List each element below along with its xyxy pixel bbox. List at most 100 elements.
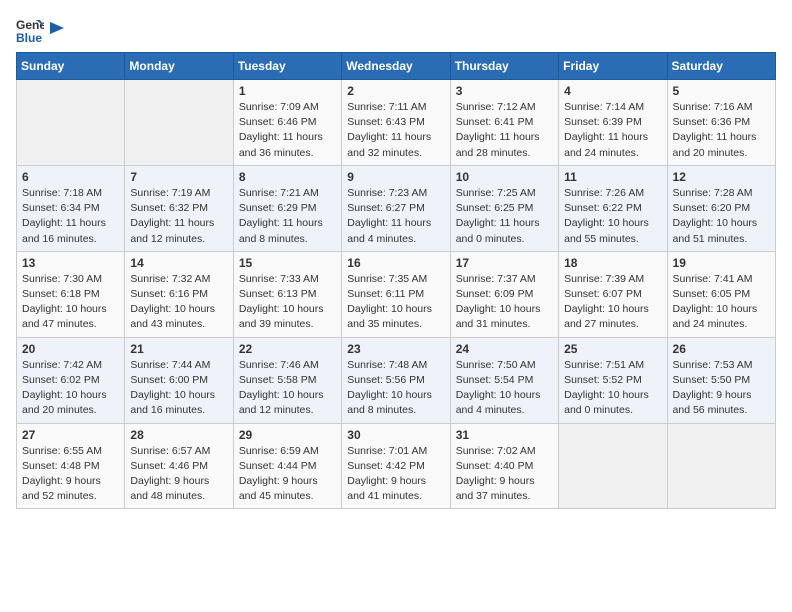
logo-flag-icon xyxy=(48,20,66,40)
day-info: Sunrise: 7:01 AM Sunset: 4:42 PM Dayligh… xyxy=(347,444,444,505)
calendar-cell: 25Sunrise: 7:51 AM Sunset: 5:52 PM Dayli… xyxy=(559,337,667,423)
calendar-cell: 28Sunrise: 6:57 AM Sunset: 4:46 PM Dayli… xyxy=(125,423,233,509)
day-info: Sunrise: 7:12 AM Sunset: 6:41 PM Dayligh… xyxy=(456,100,553,161)
calendar-cell: 19Sunrise: 7:41 AM Sunset: 6:05 PM Dayli… xyxy=(667,251,775,337)
calendar-cell xyxy=(559,423,667,509)
calendar-week-1: 1 Sunrise: 7:09 AM Sunset: 6:46 PM Daylig… xyxy=(17,80,776,166)
calendar-cell: 4 Sunrise: 7:14 AM Sunset: 6:39 PM Daylig… xyxy=(559,80,667,166)
day-number: 1 xyxy=(239,84,336,98)
calendar-cell: 18 Sunrise: 7:39 AM Sunset: 6:07 PM Dayli… xyxy=(559,251,667,337)
calendar-week-3: 13Sunrise: 7:30 AM Sunset: 6:18 PM Dayli… xyxy=(17,251,776,337)
calendar-cell: 6Sunrise: 7:18 AM Sunset: 6:34 PM Daylig… xyxy=(17,165,125,251)
calendar-cell: 30 Sunrise: 7:01 AM Sunset: 4:42 PM Dayli… xyxy=(342,423,450,509)
calendar-cell xyxy=(17,80,125,166)
day-number: 17 xyxy=(456,256,553,270)
day-number: 29 xyxy=(239,428,336,442)
svg-text:Blue: Blue xyxy=(16,31,42,44)
calendar-body: 1 Sunrise: 7:09 AM Sunset: 6:46 PM Daylig… xyxy=(17,80,776,509)
logo-icon: General Blue xyxy=(16,16,44,44)
calendar-cell: 15 Sunrise: 7:33 AM Sunset: 6:13 PM Dayli… xyxy=(233,251,341,337)
calendar-cell: 24Sunrise: 7:50 AM Sunset: 5:54 PM Dayli… xyxy=(450,337,558,423)
day-info: Sunrise: 7:23 AM Sunset: 6:27 PM Dayligh… xyxy=(347,186,444,247)
calendar-cell: 22 Sunrise: 7:46 AM Sunset: 5:58 PM Dayli… xyxy=(233,337,341,423)
day-info: Sunrise: 7:42 AM Sunset: 6:02 PM Dayligh… xyxy=(22,358,119,419)
day-number: 2 xyxy=(347,84,444,98)
calendar-cell: 26 Sunrise: 7:53 AM Sunset: 5:50 PM Dayli… xyxy=(667,337,775,423)
calendar-cell: 3 Sunrise: 7:12 AM Sunset: 6:41 PM Daylig… xyxy=(450,80,558,166)
day-number: 10 xyxy=(456,170,553,184)
calendar-cell: 27 Sunrise: 6:55 AM Sunset: 4:48 PM Dayli… xyxy=(17,423,125,509)
day-info: Sunrise: 7:35 AM Sunset: 6:11 PM Dayligh… xyxy=(347,272,444,333)
day-number: 6 xyxy=(22,170,119,184)
day-number: 19 xyxy=(673,256,770,270)
calendar-cell: 2Sunrise: 7:11 AM Sunset: 6:43 PM Daylig… xyxy=(342,80,450,166)
day-info: Sunrise: 7:16 AM Sunset: 6:36 PM Dayligh… xyxy=(673,100,770,161)
calendar-cell: 20 Sunrise: 7:42 AM Sunset: 6:02 PM Dayli… xyxy=(17,337,125,423)
day-info: Sunrise: 7:37 AM Sunset: 6:09 PM Dayligh… xyxy=(456,272,553,333)
day-info: Sunrise: 7:09 AM Sunset: 6:46 PM Dayligh… xyxy=(239,100,336,161)
logo-wordmark xyxy=(48,20,66,40)
day-number: 7 xyxy=(130,170,227,184)
weekday-header-wednesday: Wednesday xyxy=(342,53,450,80)
calendar-cell: 8 Sunrise: 7:21 AM Sunset: 6:29 PM Daylig… xyxy=(233,165,341,251)
calendar-cell xyxy=(667,423,775,509)
calendar-cell: 21 Sunrise: 7:44 AM Sunset: 6:00 PM Dayli… xyxy=(125,337,233,423)
calendar-week-4: 20 Sunrise: 7:42 AM Sunset: 6:02 PM Dayli… xyxy=(17,337,776,423)
day-info: Sunrise: 6:59 AM Sunset: 4:44 PM Dayligh… xyxy=(239,444,336,505)
day-info: Sunrise: 7:19 AM Sunset: 6:32 PM Dayligh… xyxy=(130,186,227,247)
day-number: 3 xyxy=(456,84,553,98)
weekday-header-thursday: Thursday xyxy=(450,53,558,80)
calendar-cell: 9 Sunrise: 7:23 AM Sunset: 6:27 PM Daylig… xyxy=(342,165,450,251)
weekday-header-monday: Monday xyxy=(125,53,233,80)
day-info: Sunrise: 7:26 AM Sunset: 6:22 PM Dayligh… xyxy=(564,186,661,247)
day-number: 15 xyxy=(239,256,336,270)
day-info: Sunrise: 7:32 AM Sunset: 6:16 PM Dayligh… xyxy=(130,272,227,333)
day-number: 21 xyxy=(130,342,227,356)
header: General Blue xyxy=(16,16,776,44)
day-info: Sunrise: 7:14 AM Sunset: 6:39 PM Dayligh… xyxy=(564,100,661,161)
day-info: Sunrise: 7:25 AM Sunset: 6:25 PM Dayligh… xyxy=(456,186,553,247)
calendar-cell: 17 Sunrise: 7:37 AM Sunset: 6:09 PM Dayli… xyxy=(450,251,558,337)
day-number: 18 xyxy=(564,256,661,270)
weekday-header-saturday: Saturday xyxy=(667,53,775,80)
day-info: Sunrise: 7:51 AM Sunset: 5:52 PM Dayligh… xyxy=(564,358,661,419)
day-info: Sunrise: 7:46 AM Sunset: 5:58 PM Dayligh… xyxy=(239,358,336,419)
day-number: 9 xyxy=(347,170,444,184)
calendar-table: SundayMondayTuesdayWednesdayThursdayFrid… xyxy=(16,52,776,509)
day-info: Sunrise: 7:50 AM Sunset: 5:54 PM Dayligh… xyxy=(456,358,553,419)
logo: General Blue xyxy=(16,16,66,44)
day-info: Sunrise: 7:39 AM Sunset: 6:07 PM Dayligh… xyxy=(564,272,661,333)
day-info: Sunrise: 7:02 AM Sunset: 4:40 PM Dayligh… xyxy=(456,444,553,505)
calendar-week-5: 27 Sunrise: 6:55 AM Sunset: 4:48 PM Dayli… xyxy=(17,423,776,509)
day-info: Sunrise: 7:53 AM Sunset: 5:50 PM Dayligh… xyxy=(673,358,770,419)
day-number: 22 xyxy=(239,342,336,356)
calendar-cell: 29 Sunrise: 6:59 AM Sunset: 4:44 PM Dayli… xyxy=(233,423,341,509)
day-number: 20 xyxy=(22,342,119,356)
day-number: 30 xyxy=(347,428,444,442)
day-info: Sunrise: 7:30 AM Sunset: 6:18 PM Dayligh… xyxy=(22,272,119,333)
calendar-cell xyxy=(125,80,233,166)
calendar-header: SundayMondayTuesdayWednesdayThursdayFrid… xyxy=(17,53,776,80)
calendar-cell: 14 Sunrise: 7:32 AM Sunset: 6:16 PM Dayli… xyxy=(125,251,233,337)
weekday-header-tuesday: Tuesday xyxy=(233,53,341,80)
day-info: Sunrise: 7:44 AM Sunset: 6:00 PM Dayligh… xyxy=(130,358,227,419)
weekday-header-row: SundayMondayTuesdayWednesdayThursdayFrid… xyxy=(17,53,776,80)
day-number: 31 xyxy=(456,428,553,442)
calendar-cell: 13Sunrise: 7:30 AM Sunset: 6:18 PM Dayli… xyxy=(17,251,125,337)
day-number: 8 xyxy=(239,170,336,184)
day-number: 27 xyxy=(22,428,119,442)
day-info: Sunrise: 6:55 AM Sunset: 4:48 PM Dayligh… xyxy=(22,444,119,505)
weekday-header-sunday: Sunday xyxy=(17,53,125,80)
day-number: 26 xyxy=(673,342,770,356)
day-number: 23 xyxy=(347,342,444,356)
day-number: 14 xyxy=(130,256,227,270)
day-number: 4 xyxy=(564,84,661,98)
calendar-cell: 1 Sunrise: 7:09 AM Sunset: 6:46 PM Daylig… xyxy=(233,80,341,166)
day-number: 16 xyxy=(347,256,444,270)
day-info: Sunrise: 7:48 AM Sunset: 5:56 PM Dayligh… xyxy=(347,358,444,419)
calendar-cell: 12Sunrise: 7:28 AM Sunset: 6:20 PM Dayli… xyxy=(667,165,775,251)
calendar-cell: 7 Sunrise: 7:19 AM Sunset: 6:32 PM Daylig… xyxy=(125,165,233,251)
day-info: Sunrise: 7:33 AM Sunset: 6:13 PM Dayligh… xyxy=(239,272,336,333)
day-number: 11 xyxy=(564,170,661,184)
day-info: Sunrise: 7:21 AM Sunset: 6:29 PM Dayligh… xyxy=(239,186,336,247)
